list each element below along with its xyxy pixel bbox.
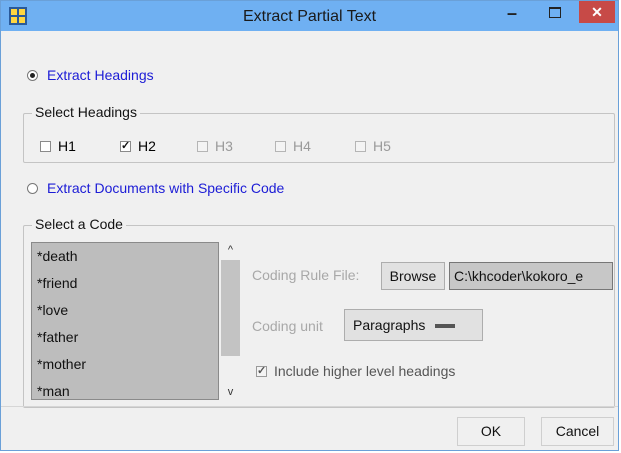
list-item[interactable]: *friend — [32, 270, 218, 297]
checkbox-h3-label: H3 — [215, 138, 233, 154]
select-code-label: Select a Code — [32, 216, 126, 232]
include-higher-headings-label: Include higher level headings — [274, 363, 456, 379]
maximize-button[interactable] — [535, 1, 575, 23]
checkbox-box-checked[interactable]: ✓ — [256, 365, 267, 377]
checkbox-box-disabled — [197, 140, 208, 152]
extract-headings-label: Extract Headings — [47, 67, 154, 83]
checkbox-box-checked[interactable]: ✓ — [120, 140, 131, 152]
list-item[interactable]: *man — [32, 378, 218, 399]
list-item[interactable]: *death — [32, 243, 218, 270]
list-item[interactable]: *mother — [32, 351, 218, 378]
coding-unit-value: Paragraphs — [353, 317, 426, 333]
coding-rule-file-label: Coding Rule File: — [252, 267, 360, 283]
checkbox-h2-label: H2 — [138, 138, 156, 154]
list-item[interactable]: *father — [32, 324, 218, 351]
checkbox-h4-label: H4 — [293, 138, 311, 154]
select-headings-label: Select Headings — [32, 104, 140, 120]
radio-button[interactable] — [27, 182, 38, 194]
maximize-icon — [549, 7, 561, 18]
divider — [1, 406, 618, 407]
coding-unit-dropdown[interactable]: Paragraphs — [344, 309, 483, 341]
title-bar[interactable]: Extract Partial Text – ✕ — [1, 1, 618, 31]
coding-unit-label: Coding unit — [252, 318, 323, 334]
select-headings-group: Select Headings H1 ✓ H2 H3 H4 H5 — [23, 104, 615, 163]
scroll-thumb[interactable] — [221, 260, 240, 356]
include-higher-headings-checkbox[interactable]: ✓ Include higher level headings — [256, 363, 455, 379]
list-item[interactable]: *love — [32, 297, 218, 324]
checkbox-box[interactable] — [40, 140, 51, 152]
minimize-button[interactable]: – — [492, 3, 532, 25]
scroll-up-icon[interactable]: ^ — [220, 244, 241, 256]
dialog-window: Extract Partial Text – ✕ Extract Heading… — [0, 0, 619, 451]
dropdown-indicator-icon — [435, 324, 456, 329]
coding-rule-file-field[interactable]: C:\khcoder\kokoro_e — [449, 262, 613, 290]
checkbox-h2[interactable]: ✓ H2 — [120, 138, 156, 154]
extract-headings-radio[interactable]: Extract Headings — [27, 67, 154, 83]
ok-button[interactable]: OK — [457, 417, 525, 446]
code-list-scrollbar[interactable]: ^ v — [220, 242, 241, 400]
extract-code-label: Extract Documents with Specific Code — [47, 180, 285, 196]
extract-code-radio[interactable]: Extract Documents with Specific Code — [27, 180, 284, 196]
browse-button[interactable]: Browse — [381, 262, 445, 290]
radio-button-selected[interactable] — [27, 69, 38, 81]
close-button[interactable]: ✕ — [579, 1, 615, 23]
checkbox-h5-label: H5 — [373, 138, 391, 154]
checkbox-h1[interactable]: H1 — [40, 138, 76, 154]
checkbox-h3: H3 — [197, 138, 233, 154]
checkbox-h5: H5 — [355, 138, 391, 154]
checkbox-box-disabled — [275, 140, 286, 152]
checkbox-h1-label: H1 — [58, 138, 76, 154]
checkbox-h4: H4 — [275, 138, 311, 154]
code-list[interactable]: *death *friend *love *father *mother *ma… — [31, 242, 219, 400]
scroll-down-icon[interactable]: v — [220, 386, 241, 398]
cancel-button[interactable]: Cancel — [541, 417, 614, 446]
checkbox-box-disabled — [355, 140, 366, 152]
